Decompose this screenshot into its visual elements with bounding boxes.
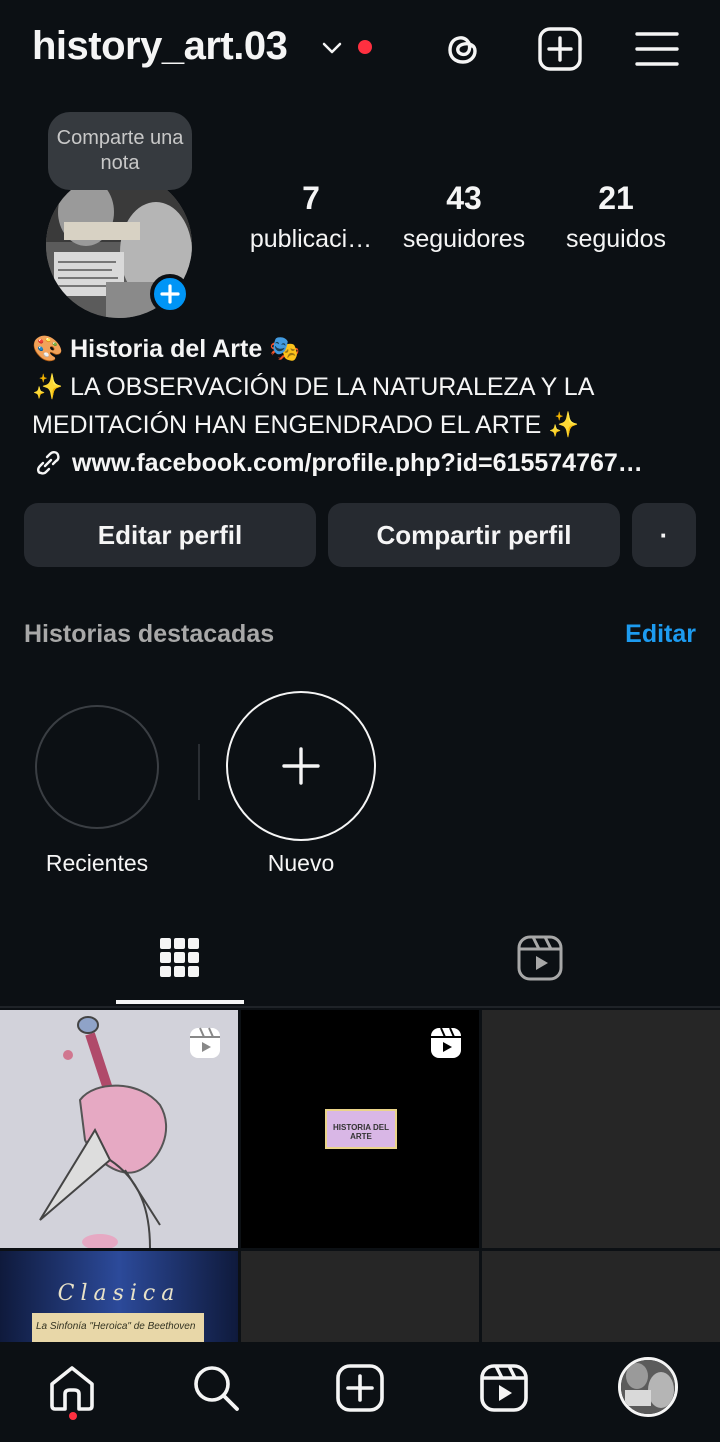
create-post-icon[interactable]: [537, 26, 583, 72]
stat-posts[interactable]: 7 publicaci…: [231, 180, 391, 254]
post-thumbnail-3[interactable]: [482, 1010, 720, 1248]
chevron-down-icon[interactable]: [320, 36, 344, 60]
post-thumbnail-6[interactable]: [482, 1251, 720, 1342]
profile-tabs: [0, 920, 720, 1008]
profile-username[interactable]: history_art.03: [32, 24, 288, 69]
stat-posts-label: publicaci…: [249, 225, 373, 253]
highlights-divider: [198, 744, 200, 800]
reel-indicator-icon: [431, 1027, 461, 1058]
edit-profile-button[interactable]: Editar perfil: [24, 503, 316, 567]
post-thumbnail-4[interactable]: Clasica La Sinfonía "Heroica" de Beethov…: [0, 1251, 238, 1342]
post-thumbnail-1[interactable]: [0, 1010, 238, 1248]
bio-name-line: 🎨 Historia del Arte 🎭: [32, 330, 692, 368]
highlights-title: Historias destacadas: [24, 620, 275, 648]
grid-icon[interactable]: [158, 936, 202, 980]
menu-icon[interactable]: [634, 26, 680, 72]
stat-following-label: seguidos: [565, 225, 667, 253]
post-subtitle-text: La Sinfonía "Heroica" de Beethoven: [32, 1313, 204, 1342]
plus-icon: [160, 284, 180, 304]
notification-dot: [358, 40, 372, 54]
post-thumbnail-5[interactable]: [241, 1251, 479, 1342]
create-icon[interactable]: [334, 1362, 386, 1414]
stat-followers[interactable]: 43 seguidores: [384, 180, 544, 254]
stat-following[interactable]: 21 seguidos: [536, 180, 696, 254]
highlight-recientes-label: Recientes: [45, 850, 149, 876]
bio-line-2: MEDITACIÓN HAN ENGENDRADO EL ARTE ✨: [32, 411, 580, 439]
highlights-edit-link[interactable]: Editar: [625, 620, 696, 649]
stat-posts-count: 7: [302, 180, 320, 216]
highlight-new-button[interactable]: [226, 691, 376, 841]
home-notification-dot: [69, 1412, 77, 1420]
threads-icon[interactable]: [440, 26, 486, 72]
note-bubble[interactable]: Comparte una nota: [48, 112, 192, 190]
bio-line-1: ✨ LA OBSERVACIÓN DE LA NATURALEZA Y LA: [32, 373, 595, 401]
highlight-new-label: Nuevo: [267, 850, 335, 876]
search-icon[interactable]: [190, 1362, 242, 1414]
bio-name: Historia del Arte: [70, 335, 263, 363]
reels-tab-icon[interactable]: [516, 934, 564, 982]
home-icon[interactable]: [46, 1362, 98, 1414]
post-title-text: Clasica: [57, 1281, 181, 1306]
bio-link-row[interactable]: www.facebook.com/profile.php?id=61557476…: [32, 444, 692, 482]
avatar: [621, 1360, 675, 1414]
stat-following-count: 21: [598, 180, 634, 216]
bio-link[interactable]: www.facebook.com/profile.php?id=61557476…: [72, 444, 692, 482]
palette-emoji: 🎨: [32, 335, 64, 363]
add-story-button[interactable]: [150, 274, 190, 314]
post-caption-card: HISTORIA DEL ARTE: [325, 1109, 397, 1149]
highlight-recientes[interactable]: [35, 705, 159, 829]
stat-followers-label: seguidores: [402, 225, 526, 253]
active-tab-indicator: [116, 1000, 244, 1004]
reel-indicator-icon: [190, 1027, 220, 1058]
reels-icon[interactable]: [478, 1362, 530, 1414]
stat-followers-count: 43: [446, 180, 482, 216]
plus-icon: [282, 747, 320, 785]
more-options-button[interactable]: ·: [632, 503, 696, 567]
theater-masks-emoji: 🎭: [269, 335, 301, 363]
link-icon: [37, 451, 60, 475]
profile-avatar-container[interactable]: [46, 172, 192, 318]
top-bar: history_art.03: [0, 0, 720, 96]
profile-tab-avatar[interactable]: [618, 1357, 678, 1417]
post-thumbnail-2[interactable]: HISTORIA DEL ARTE: [241, 1010, 479, 1248]
bottom-navigation: [0, 1342, 720, 1442]
share-profile-button[interactable]: Compartir perfil: [328, 503, 620, 567]
profile-bio: 🎨 Historia del Arte 🎭 ✨ LA OBSERVACIÓN D…: [32, 330, 692, 482]
